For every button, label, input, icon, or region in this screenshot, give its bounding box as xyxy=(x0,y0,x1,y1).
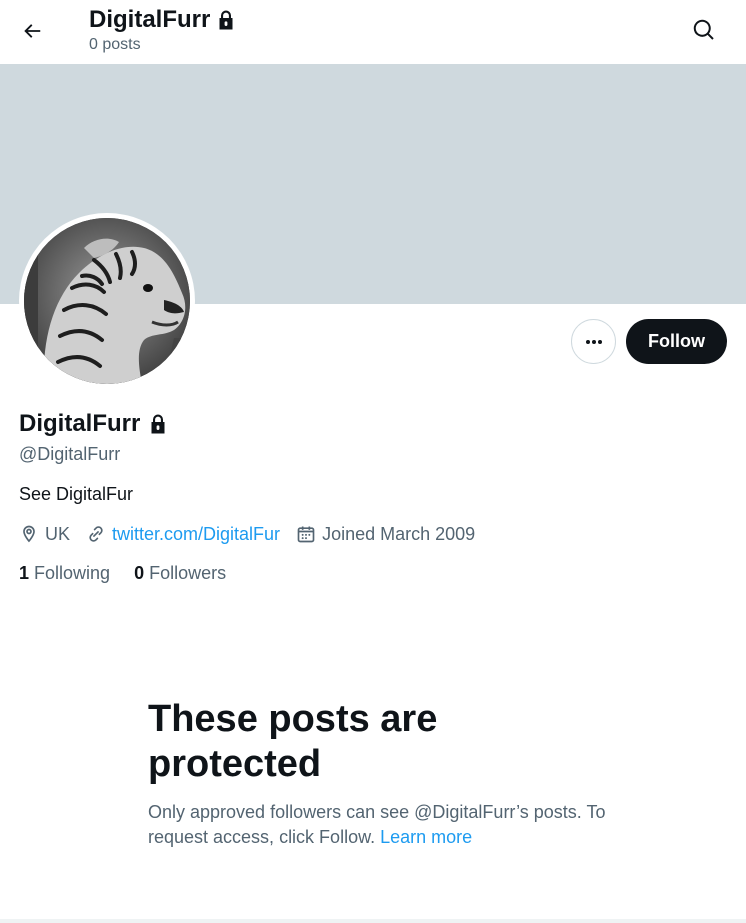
link-icon xyxy=(89,526,103,542)
protected-body-text: Only approved followers can see @Digital… xyxy=(148,802,606,847)
joined-text: Joined March 2009 xyxy=(322,523,476,544)
lock-icon xyxy=(219,10,233,30)
lock-icon xyxy=(151,414,165,434)
top-bar: DigitalFurr 0 posts xyxy=(0,0,746,64)
profile-meta: UK twitter.com/DigitalFur Joined March 2… xyxy=(19,522,491,546)
more-options-button[interactable] xyxy=(571,319,616,364)
location-pin-icon xyxy=(23,525,35,543)
follow-button[interactable]: Follow xyxy=(626,319,727,364)
bottom-divider xyxy=(0,919,746,923)
profile-stats: 1 Following 0 Followers xyxy=(19,562,250,584)
profile-handle: @DigitalFurr xyxy=(19,444,121,464)
profile-name: DigitalFurr xyxy=(19,410,141,437)
posts-count: 0 posts xyxy=(89,36,141,53)
following-link[interactable]: 1 Following xyxy=(19,562,110,584)
header-title: DigitalFurr xyxy=(89,4,236,36)
avatar-container[interactable] xyxy=(19,213,195,389)
profile-name-row: DigitalFurr xyxy=(19,408,168,440)
website-item: twitter.com/DigitalFur xyxy=(86,524,280,545)
followers-label: Followers xyxy=(149,563,227,583)
search-button[interactable] xyxy=(686,12,722,48)
header-name: DigitalFurr xyxy=(89,6,211,33)
joined-item: Joined March 2009 xyxy=(296,524,475,545)
following-label: Following xyxy=(34,563,111,583)
more-horizontal-icon xyxy=(585,339,602,344)
back-button[interactable] xyxy=(14,13,50,49)
protected-notice: These posts are protected Only approved … xyxy=(148,697,608,850)
learn-more-link[interactable]: Learn more xyxy=(380,827,472,847)
arrow-left-icon xyxy=(24,24,41,38)
followers-count: 0 xyxy=(134,563,145,583)
followers-link[interactable]: 0 Followers xyxy=(134,562,226,584)
following-count: 1 xyxy=(19,563,30,583)
protected-body: Only approved followers can see @Digital… xyxy=(148,800,608,850)
website-link[interactable]: twitter.com/DigitalFur xyxy=(112,524,280,545)
search-icon xyxy=(693,19,714,40)
profile-bio: See DigitalFur xyxy=(19,484,134,504)
header-title-block: DigitalFurr 0 posts xyxy=(89,4,236,56)
location-item: UK xyxy=(19,524,70,545)
protected-title: These posts are protected xyxy=(148,698,438,785)
avatar[interactable] xyxy=(24,218,190,384)
tiger-avatar-image xyxy=(24,218,190,384)
location-text: UK xyxy=(45,523,71,544)
calendar-icon xyxy=(297,526,315,543)
